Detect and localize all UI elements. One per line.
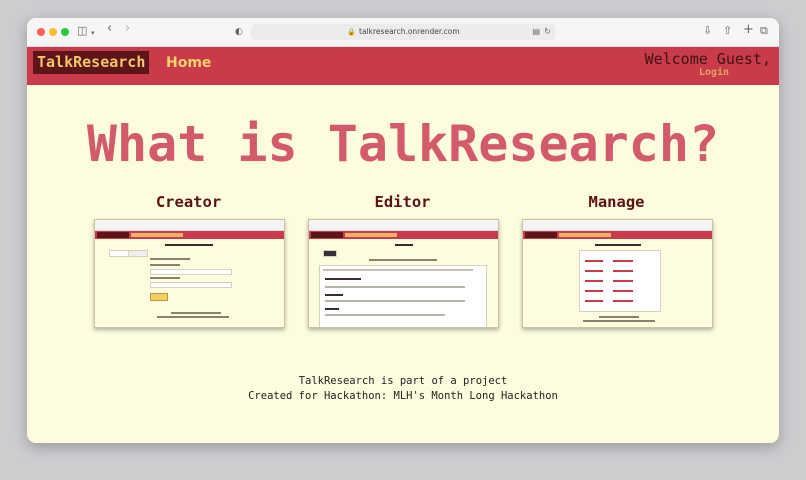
lock-icon: 🔒 [347,28,357,36]
hero-title: What is TalkResearch? [86,115,720,173]
address-bar-url: talkresearch.onrender.com [359,27,460,36]
browser-toolbar: ◫ ▾ ‹ › ◐ 🔒 talkresearch.onrender.com ▤ ↻… [27,18,779,47]
card-title-editor: Editor [374,193,431,211]
editor-screenshot [308,219,499,328]
share-icon[interactable]: ⇧ [723,24,732,38]
maximize-window-button[interactable] [61,28,69,36]
feature-card-manage: Manage [522,192,713,328]
manage-screenshot [522,219,713,328]
login-link[interactable]: Login [699,67,729,78]
close-window-button[interactable] [37,28,45,36]
card-title-creator: Creator [155,193,222,211]
feature-card-editor: Editor [308,192,499,328]
brand-logo[interactable]: TalkResearch [33,51,150,74]
new-tab-icon[interactable]: + [743,23,754,37]
card-title-manage: Manage [588,193,645,211]
minimize-window-button[interactable] [49,28,57,36]
creator-screenshot [94,219,285,328]
browser-window: ◫ ▾ ‹ › ◐ 🔒 talkresearch.onrender.com ▤ ↻… [27,18,779,443]
feature-card-creator: Creator [94,192,285,328]
welcome-text: Welcome Guest, [644,50,771,68]
translate-icon[interactable]: ▤ [532,24,540,40]
back-icon[interactable]: ‹ [107,22,112,36]
chevron-down-icon[interactable]: ▾ [91,26,95,40]
reload-icon[interactable]: ↻ [544,24,551,40]
download-icon[interactable]: ⇩ [703,24,712,38]
footer-line-1: TalkResearch is part of a project [298,375,508,387]
sidebar-icon[interactable]: ◫ [77,24,87,38]
address-bar[interactable]: 🔒 talkresearch.onrender.com ▤ ↻ [251,24,556,40]
footer-line-2: Created for Hackathon: MLH's Month Long … [248,390,558,402]
nav-home-link[interactable]: Home [166,55,211,71]
tab-overview-icon[interactable]: ⧉ [760,24,768,38]
privacy-shield-icon[interactable]: ◐ [235,25,243,39]
forward-icon[interactable]: › [125,22,130,36]
site-navbar: TalkResearch Home Welcome Guest, Login [27,47,779,85]
